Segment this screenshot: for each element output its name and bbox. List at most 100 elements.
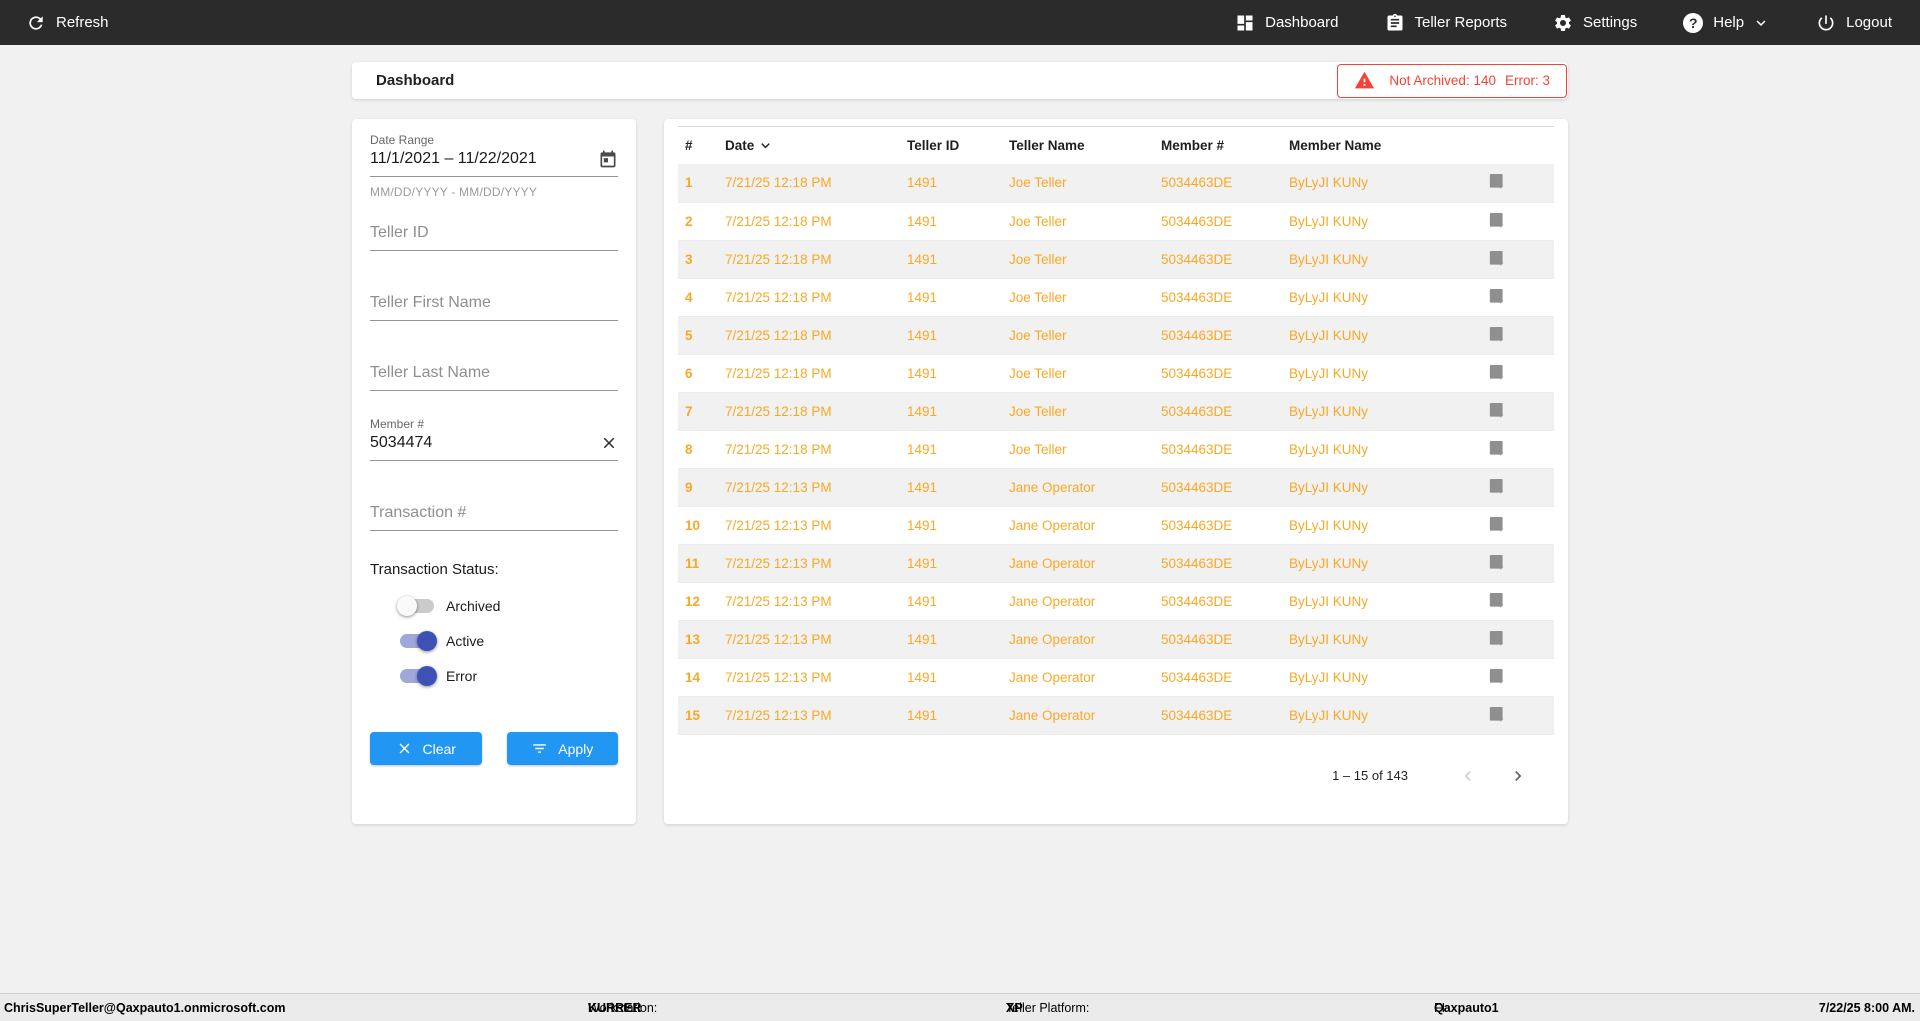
table-row[interactable]: 2 7/21/25 12:18 PM 1491 Joe Teller 50344… [678,202,1554,241]
table-row[interactable]: 15 7/21/25 12:13 PM 1491 Jane Operator 5… [678,696,1554,735]
nav-logout-label: Logout [1846,14,1892,31]
nav-dashboard[interactable]: Dashboard [1235,13,1339,33]
note-icon[interactable] [1489,364,1506,383]
row-member-number: 5034463DE [1161,544,1289,583]
row-teller-name: Joe Teller [1009,240,1161,279]
row-member-name: ByLyJI KUNy [1289,354,1489,393]
clear-x-icon[interactable] [600,434,618,452]
transaction-number-input[interactable] [370,501,618,525]
apply-button-label: Apply [558,740,594,757]
row-member-number: 5034463DE [1161,316,1289,355]
prev-page-button[interactable] [1456,764,1480,788]
row-number: 2 [678,202,725,241]
note-icon[interactable] [1489,516,1506,535]
refresh-icon [29,15,43,30]
member-number-field: Member # [370,417,618,461]
pagination-range: 1 – 15 of 143 [1332,768,1408,783]
apply-button[interactable]: Apply [506,732,618,765]
nav-help[interactable]: ? Help [1683,12,1770,33]
row-teller-name: Jane Operator [1009,506,1161,545]
col-header-teller-id[interactable]: Teller ID [907,127,1009,164]
row-number: 12 [678,582,725,621]
table-row[interactable]: 7 7/21/25 12:18 PM 1491 Joe Teller 50344… [678,392,1554,431]
footer-fi: FI: Qaxpauto1 [1434,1000,1499,1015]
note-icon[interactable] [1489,402,1506,421]
row-member-name: ByLyJI KUNy [1289,240,1489,279]
table-row[interactable]: 13 7/21/25 12:13 PM 1491 Jane Operator 5… [678,620,1554,659]
note-icon[interactable] [1489,288,1506,307]
note-icon[interactable] [1489,326,1506,345]
note-icon[interactable] [1489,440,1506,459]
row-number: 14 [678,658,725,697]
row-number: 6 [678,354,725,393]
nav-help-label: Help [1713,14,1745,31]
table-row[interactable]: 14 7/21/25 12:13 PM 1491 Jane Operator 5… [678,658,1554,697]
row-number: 3 [678,240,725,279]
col-header-member-name[interactable]: Member Name [1289,127,1489,164]
table-row[interactable]: 10 7/21/25 12:13 PM 1491 Jane Operator 5… [678,506,1554,545]
row-teller-name: Joe Teller [1009,354,1161,393]
note-icon[interactable] [1489,706,1506,725]
toggle-archived[interactable]: Archived [397,596,618,616]
date-range-input[interactable] [370,147,598,171]
teller-first-name-input[interactable] [370,291,618,315]
table-row[interactable]: 3 7/21/25 12:18 PM 1491 Joe Teller 50344… [678,240,1554,279]
note-icon[interactable] [1489,478,1506,497]
teller-id-input[interactable] [370,221,618,245]
transactions-table: # Date Teller ID Teller Name Member # Me… [678,127,1554,735]
row-teller-name: Jane Operator [1009,544,1161,583]
toggle-active-switch[interactable] [400,631,437,651]
note-icon[interactable] [1489,250,1506,269]
note-icon[interactable] [1489,554,1506,573]
member-number-input[interactable] [370,431,600,455]
warning-icon [1355,71,1375,89]
row-number: 10 [678,506,725,545]
toggle-active[interactable]: Active [400,631,618,651]
row-teller-id: 1491 [907,354,1009,393]
clear-button[interactable]: Clear [370,732,482,765]
table-row[interactable]: 4 7/21/25 12:18 PM 1491 Joe Teller 50344… [678,278,1554,317]
nav-logout[interactable]: Logout [1816,13,1892,33]
teller-last-name-input[interactable] [370,361,618,385]
date-format-hint: MM/DD/YYYY - MM/DD/YYYY [370,185,538,199]
row-date: 7/21/25 12:13 PM [725,658,907,697]
note-icon[interactable] [1489,212,1506,231]
calendar-icon[interactable] [598,149,618,169]
top-navigation: Refresh Dashboard Teller Reports Setting… [0,0,1920,45]
next-page-button[interactable] [1506,764,1530,788]
col-header-teller-name[interactable]: Teller Name [1009,127,1161,164]
row-number: 4 [678,278,725,317]
table-row[interactable]: 6 7/21/25 12:18 PM 1491 Joe Teller 50344… [678,354,1554,393]
table-row[interactable]: 9 7/21/25 12:13 PM 1491 Jane Operator 50… [678,468,1554,507]
note-icon[interactable] [1489,668,1506,687]
col-header-date[interactable]: Date [725,127,907,164]
footer-user-email: ChrisSuperTeller@Qaxpauto1.onmicrosoft.c… [4,1000,286,1015]
toggle-error[interactable]: Error [400,666,618,686]
help-icon: ? [1683,12,1704,33]
note-icon[interactable] [1489,173,1506,192]
note-icon[interactable] [1489,630,1506,649]
toggle-archived-switch[interactable] [397,596,434,616]
footer-status-bar: ChrisSuperTeller@Qaxpauto1.onmicrosoft.c… [0,993,1920,1021]
row-teller-id: 1491 [907,506,1009,545]
table-row[interactable]: 5 7/21/25 12:18 PM 1491 Joe Teller 50344… [678,316,1554,355]
row-teller-name: Jane Operator [1009,620,1161,659]
toggle-error-switch[interactable] [400,666,437,686]
row-member-number: 5034463DE [1161,392,1289,431]
page-title: Dashboard [376,72,455,89]
table-row[interactable]: 12 7/21/25 12:13 PM 1491 Jane Operator 5… [678,582,1554,621]
row-member-name: ByLyJI KUNy [1289,202,1489,241]
row-member-name: ByLyJI KUNy [1289,278,1489,317]
note-icon[interactable] [1489,592,1506,611]
col-header-member-num[interactable]: Member # [1161,127,1289,164]
table-row[interactable]: 1 7/21/25 12:18 PM 1491 Joe Teller 50344… [678,164,1554,203]
nav-settings[interactable]: Settings [1553,13,1637,33]
refresh-button[interactable]: Refresh [26,13,109,33]
dashboard-icon [1237,15,1253,30]
table-row[interactable]: 8 7/21/25 12:18 PM 1491 Joe Teller 50344… [678,430,1554,469]
row-member-name: ByLyJI KUNy [1289,582,1489,621]
nav-teller-reports[interactable]: Teller Reports [1385,13,1507,33]
table-row[interactable]: 11 7/21/25 12:13 PM 1491 Jane Operator 5… [678,544,1554,583]
clear-button-x-icon [399,743,409,754]
member-number-label: Member # [370,417,425,431]
